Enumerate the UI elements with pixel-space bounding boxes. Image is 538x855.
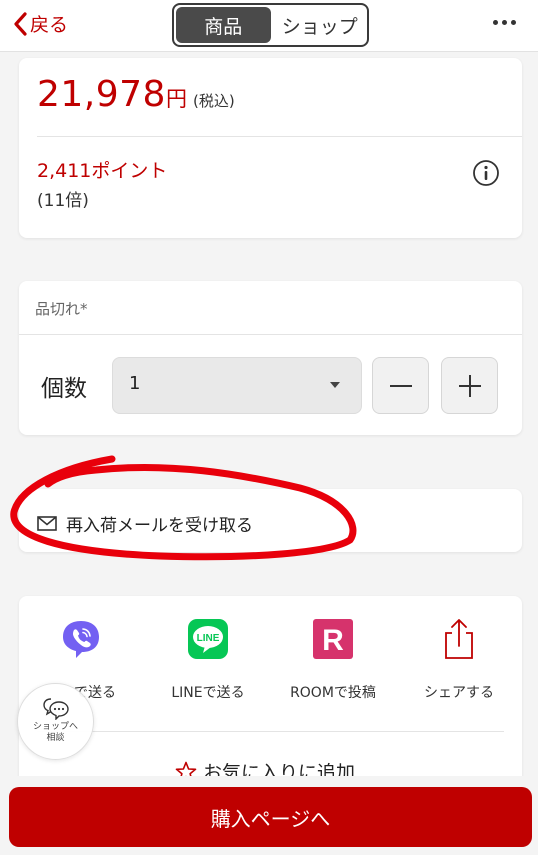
price-amount: 21,978 xyxy=(37,74,166,115)
tab-shop[interactable]: ショップ xyxy=(273,5,368,45)
share-button[interactable]: シェアする xyxy=(404,618,514,702)
shop-consult-button[interactable]: ショップへ 相談 xyxy=(17,683,94,760)
quantity-increase-button[interactable] xyxy=(441,357,498,414)
info-icon[interactable] xyxy=(472,159,500,191)
line-icon: LINE xyxy=(188,619,228,659)
restock-mail-link[interactable]: 再入荷メールを受け取る xyxy=(37,511,253,536)
chevron-left-icon xyxy=(14,11,27,36)
back-button[interactable]: 戻る xyxy=(12,10,68,37)
mail-icon xyxy=(37,516,57,531)
share-label: シェアする xyxy=(424,685,494,701)
back-label: 戻る xyxy=(30,14,69,36)
share-room-label: ROOMで投稿 xyxy=(290,685,376,701)
consult-label-line1: ショップへ xyxy=(32,722,78,732)
restock-card[interactable]: 再入荷メールを受け取る xyxy=(19,489,522,552)
price-card: 21,978 円 (税込) 2,411ポイント (11倍) xyxy=(19,58,522,238)
points-amount: 2,411ポイント xyxy=(37,160,168,182)
chat-icon xyxy=(42,698,69,720)
points-multiplier: (11倍) xyxy=(37,191,89,211)
divider xyxy=(37,136,522,137)
plus-icon xyxy=(458,374,481,397)
svg-text:R: R xyxy=(322,624,344,657)
divider xyxy=(37,731,504,732)
svg-text:LINE: LINE xyxy=(197,633,220,644)
price-currency: 円 xyxy=(165,87,187,111)
restock-label: 再入荷メールを受け取る xyxy=(66,516,253,536)
tax-note: (税込) xyxy=(192,92,235,110)
quantity-card: 品切れ* 個数 1 xyxy=(19,281,522,435)
stock-status: 品切れ* xyxy=(35,300,88,318)
divider xyxy=(19,334,522,335)
dropdown-caret-icon xyxy=(330,382,340,388)
tab-product[interactable]: 商品 xyxy=(176,7,271,43)
quantity-value: 1 xyxy=(129,373,141,394)
buy-page-button[interactable]: 購入ページへ xyxy=(9,787,532,847)
top-nav-bar: 戻る 商品 ショップ xyxy=(0,0,538,52)
segment-control: 商品 ショップ xyxy=(172,3,369,47)
room-icon: R xyxy=(313,619,353,659)
viber-icon xyxy=(63,621,99,658)
share-line-label: LINEで送る xyxy=(171,685,245,701)
consult-label-line2: 相談 xyxy=(46,733,65,743)
quantity-label: 個数 xyxy=(41,376,87,402)
quantity-decrease-button[interactable] xyxy=(372,357,429,414)
share-line-button[interactable]: LINE LINEで送る xyxy=(153,618,263,702)
share-room-button[interactable]: R ROOMで投稿 xyxy=(278,618,388,702)
price: 21,978 円 (税込) xyxy=(37,74,235,115)
quantity-select[interactable]: 1 xyxy=(112,357,362,414)
share-icon xyxy=(445,619,473,659)
more-options-icon[interactable] xyxy=(493,20,516,25)
minus-icon xyxy=(389,384,412,387)
share-card: で送る LINE LINEで送る R ROOMで投稿 シェアする お気に入りに追… xyxy=(19,596,522,786)
